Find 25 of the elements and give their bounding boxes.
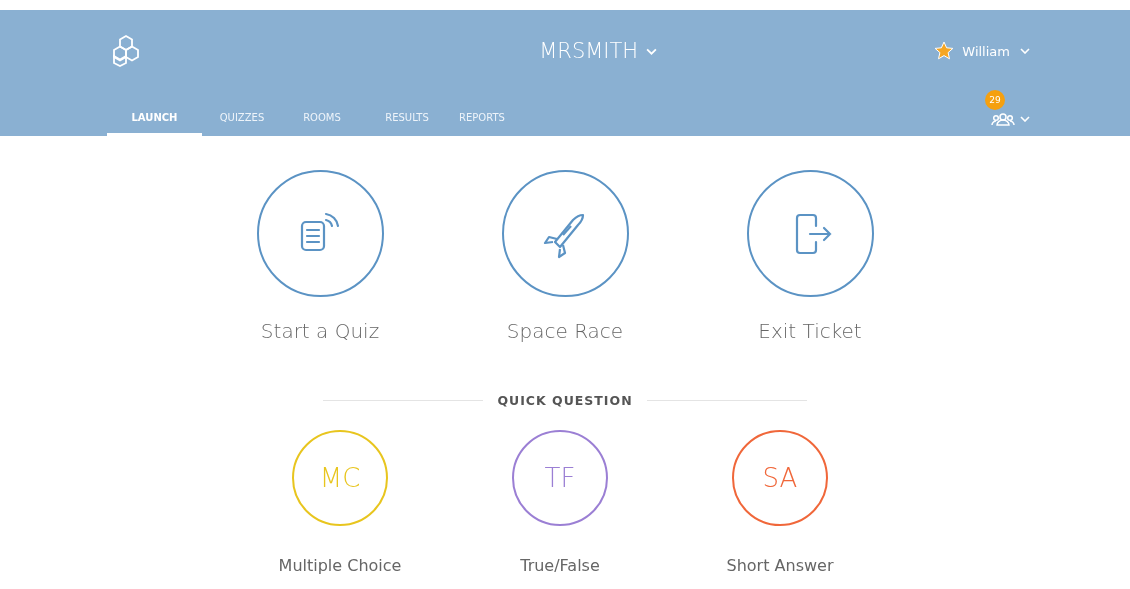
- honeycomb-icon[interactable]: [110, 34, 142, 68]
- question-type-label: Short Answer: [726, 556, 834, 575]
- chevron-down-icon: [1020, 116, 1030, 122]
- user-menu-button[interactable]: William: [962, 43, 1030, 59]
- nav-tab[interactable]: LAUNCH: [107, 112, 202, 136]
- students-menu-button[interactable]: [991, 112, 1030, 126]
- chevron-down-icon: [646, 47, 658, 55]
- people-icon: [991, 112, 1015, 126]
- activity-label: Start a Quiz: [260, 319, 380, 343]
- question-type-label: Multiple Choice: [278, 556, 402, 575]
- count-badge: 29: [985, 90, 1005, 110]
- star-icon: [934, 41, 955, 61]
- nav-tab[interactable]: RESULTS: [367, 112, 447, 136]
- section-heading: QUICK QUESTION: [497, 393, 633, 408]
- activity-label: Space Race: [506, 319, 624, 343]
- question-type-button[interactable]: SA: [732, 430, 828, 526]
- activity-label: Exit Ticket: [758, 319, 862, 343]
- chevron-down-icon: [1020, 48, 1030, 54]
- nav-tab[interactable]: QUIZZES: [207, 112, 277, 136]
- question-type-label: True/False: [520, 556, 600, 575]
- nav-tab[interactable]: ROOMS: [277, 112, 367, 136]
- question-type-button[interactable]: MC: [292, 430, 388, 526]
- nav-tab[interactable]: REPORTS: [447, 112, 517, 136]
- account-title-dropdown[interactable]: MRSMITH: [539, 39, 658, 63]
- question-type-button[interactable]: TF: [512, 430, 608, 526]
